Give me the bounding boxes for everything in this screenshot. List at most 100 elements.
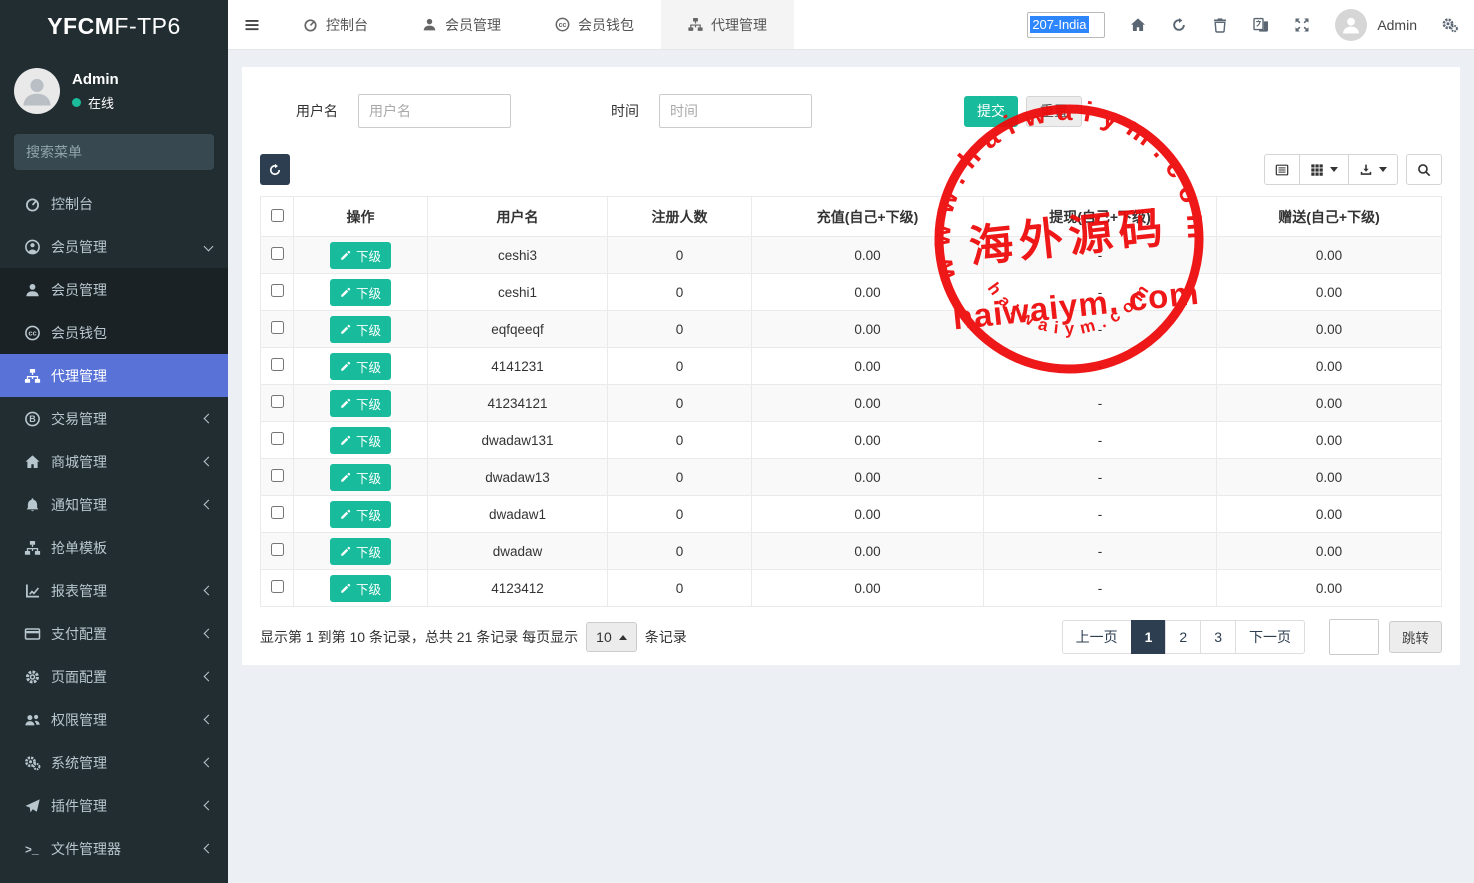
search-toggle-button[interactable] bbox=[1406, 154, 1442, 185]
subordinate-button[interactable]: 下级 bbox=[330, 427, 391, 454]
subordinate-button[interactable]: 下级 bbox=[330, 390, 391, 417]
subordinate-button[interactable]: 下级 bbox=[330, 353, 391, 380]
sidebar-item-notice-management[interactable]: 通知管理 bbox=[0, 483, 228, 526]
tab-agent-management[interactable]: 代理管理 bbox=[661, 0, 794, 49]
chevron-left-icon bbox=[204, 672, 214, 682]
cogs-icon bbox=[1442, 17, 1458, 33]
row-checkbox[interactable] bbox=[271, 469, 284, 482]
pencil-icon bbox=[340, 509, 351, 520]
sidebar-item-permission-management[interactable]: 权限管理 bbox=[0, 698, 228, 741]
row-checkbox[interactable] bbox=[271, 432, 284, 445]
page-size-select[interactable]: 10 bbox=[586, 622, 637, 652]
cell-recharge: 0.00 bbox=[752, 385, 984, 422]
paper-plane-icon bbox=[24, 798, 41, 814]
navbar-right: 207-India Admin bbox=[1027, 0, 1474, 49]
menu-search[interactable] bbox=[14, 134, 214, 170]
row-checkbox[interactable] bbox=[271, 543, 284, 556]
sidebar-item-online-command[interactable]: 在线命令管理 bbox=[0, 870, 228, 883]
subordinate-button[interactable]: 下级 bbox=[330, 316, 391, 343]
submit-button[interactable]: 提交 bbox=[964, 96, 1018, 127]
sidebar-item-system-management[interactable]: 系统管理 bbox=[0, 741, 228, 784]
subordinate-button[interactable]: 下级 bbox=[330, 464, 391, 491]
chevron-left-icon bbox=[204, 414, 214, 424]
subordinate-button[interactable]: 下级 bbox=[330, 242, 391, 269]
settings-button[interactable] bbox=[1442, 17, 1458, 33]
export-button[interactable] bbox=[1348, 154, 1398, 185]
credit-card-icon bbox=[24, 626, 41, 642]
columns-grid-icon bbox=[1310, 163, 1324, 177]
fullscreen-button[interactable] bbox=[1294, 17, 1310, 33]
refresh-button[interactable] bbox=[1171, 17, 1187, 33]
hamburger-icon bbox=[244, 17, 260, 33]
sidebar-item-dashboard[interactable]: 控制台 bbox=[0, 182, 228, 225]
sidebar-item-page-config[interactable]: 页面配置 bbox=[0, 655, 228, 698]
sidebar-item-file-manager[interactable]: 文件管理器 bbox=[0, 827, 228, 870]
tab-member-wallet[interactable]: 会员钱包 bbox=[528, 0, 661, 49]
sidebar-item-plugin-management[interactable]: 插件管理 bbox=[0, 784, 228, 827]
sidebar-item-member-management[interactable]: 会员管理 bbox=[0, 225, 228, 268]
sidebar-item-report-management[interactable]: 报表管理 bbox=[0, 569, 228, 612]
page-button-1[interactable]: 1 bbox=[1131, 620, 1167, 654]
subordinate-button[interactable]: 下级 bbox=[330, 575, 391, 602]
subordinate-button[interactable]: 下级 bbox=[330, 501, 391, 528]
sidebar-item-mall-management[interactable]: 商城管理 bbox=[0, 440, 228, 483]
select-all-cell bbox=[261, 197, 294, 237]
cell-registered: 0 bbox=[608, 237, 752, 274]
time-filter-input[interactable] bbox=[659, 94, 812, 128]
pencil-icon bbox=[340, 546, 351, 557]
cell-recharge: 0.00 bbox=[752, 237, 984, 274]
expand-icon bbox=[1294, 17, 1310, 33]
menu-search-input[interactable] bbox=[26, 144, 207, 160]
tab-member-management[interactable]: 会员管理 bbox=[395, 0, 528, 49]
row-checkbox[interactable] bbox=[271, 284, 284, 297]
col-action: 操作 bbox=[294, 197, 428, 237]
cell-withdraw: - bbox=[984, 311, 1217, 348]
subordinate-button[interactable]: 下级 bbox=[330, 538, 391, 565]
cell-registered: 0 bbox=[608, 385, 752, 422]
cell-registered: 0 bbox=[608, 311, 752, 348]
cc-icon bbox=[24, 325, 41, 341]
jump-page-input[interactable] bbox=[1329, 619, 1379, 655]
row-checkbox[interactable] bbox=[271, 247, 284, 260]
cell-recharge: 0.00 bbox=[752, 533, 984, 570]
page-button-3[interactable]: 3 bbox=[1200, 620, 1236, 654]
home-button[interactable] bbox=[1130, 17, 1146, 33]
clear-cache-button[interactable] bbox=[1212, 17, 1228, 33]
detail-view-button[interactable] bbox=[1264, 154, 1300, 185]
user-menu[interactable]: Admin bbox=[1335, 9, 1417, 41]
sidebar-item-agent-management[interactable]: 代理管理 bbox=[0, 354, 228, 397]
reset-button[interactable]: 重置 bbox=[1026, 96, 1082, 127]
refresh-table-button[interactable] bbox=[260, 154, 290, 185]
terminal-icon bbox=[24, 841, 41, 857]
sidebar-item-member-management-sub[interactable]: 会员管理 bbox=[0, 268, 228, 311]
table-row: 下级 4141231 0 0.00 - 0.00 bbox=[261, 348, 1442, 385]
cell-registered: 0 bbox=[608, 348, 752, 385]
prev-page-button[interactable]: 上一页 bbox=[1062, 620, 1132, 654]
chevron-left-icon bbox=[204, 715, 214, 725]
select-all-checkbox[interactable] bbox=[271, 209, 284, 222]
row-checkbox[interactable] bbox=[271, 395, 284, 408]
page-button-2[interactable]: 2 bbox=[1165, 620, 1201, 654]
navbar-text-input[interactable]: 207-India bbox=[1027, 12, 1105, 38]
table-row: 下级 4123412 0 0.00 - 0.00 bbox=[261, 570, 1442, 607]
language-button[interactable] bbox=[1253, 17, 1269, 33]
cell-withdraw: - bbox=[984, 459, 1217, 496]
sidebar-item-order-template[interactable]: 抢单模板 bbox=[0, 526, 228, 569]
sidebar-item-trade-management[interactable]: 交易管理 bbox=[0, 397, 228, 440]
sidebar-item-member-wallet[interactable]: 会员钱包 bbox=[0, 311, 228, 354]
sitemap-icon bbox=[24, 368, 41, 384]
sidebar-item-payment-config[interactable]: 支付配置 bbox=[0, 612, 228, 655]
next-page-button[interactable]: 下一页 bbox=[1235, 620, 1305, 654]
jump-button[interactable]: 跳转 bbox=[1389, 621, 1442, 653]
sidebar-toggle-button[interactable] bbox=[228, 0, 276, 49]
username-filter-input[interactable] bbox=[358, 94, 511, 128]
subordinate-button[interactable]: 下级 bbox=[330, 279, 391, 306]
cell-registered: 0 bbox=[608, 422, 752, 459]
chevron-down-icon bbox=[204, 242, 214, 252]
row-checkbox[interactable] bbox=[271, 321, 284, 334]
columns-button[interactable] bbox=[1299, 154, 1349, 185]
row-checkbox[interactable] bbox=[271, 358, 284, 371]
tab-dashboard[interactable]: 控制台 bbox=[276, 0, 395, 49]
row-checkbox[interactable] bbox=[271, 506, 284, 519]
row-checkbox[interactable] bbox=[271, 580, 284, 593]
